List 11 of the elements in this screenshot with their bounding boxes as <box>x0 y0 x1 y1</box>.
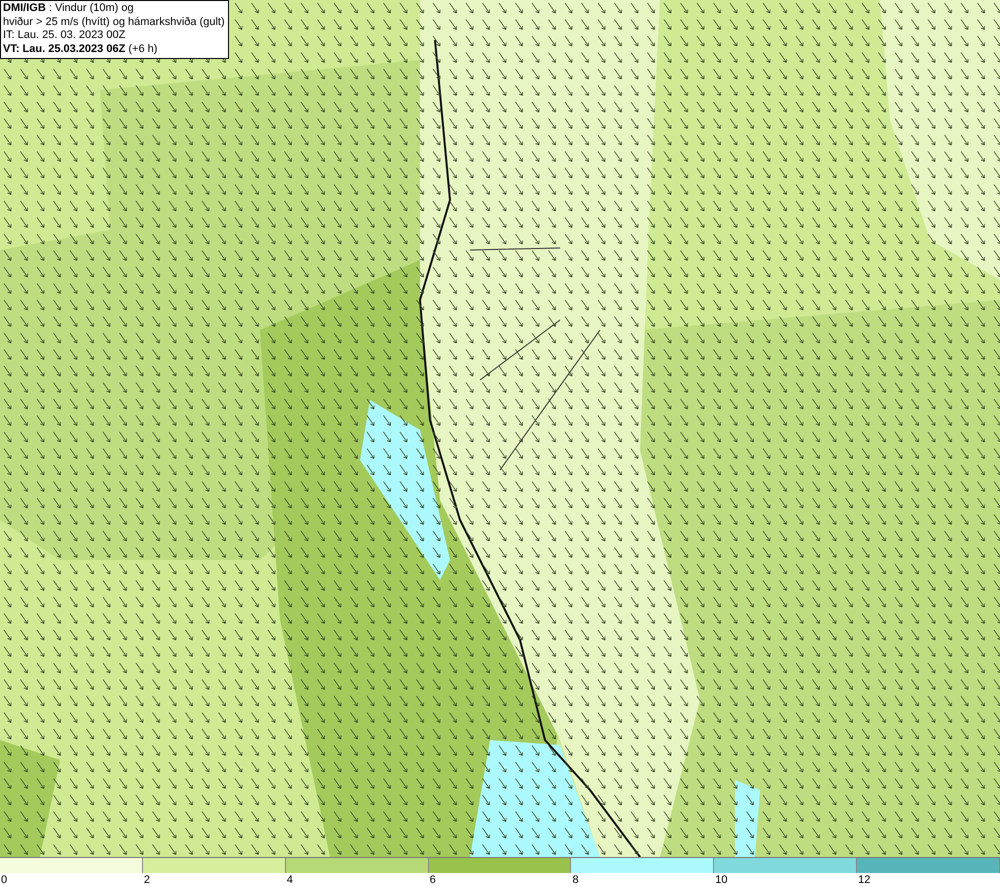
legend-label: 2 <box>142 873 150 887</box>
legend-label: 8 <box>571 873 579 887</box>
legend-label: 4 <box>286 873 293 887</box>
legend-label: 12 <box>857 873 870 887</box>
info-text: hviður > 25 m/s (hvítt) og hámarkshviða (gult) <box>3 16 225 29</box>
info-text: DMI/IGB : Vindur (10m) og <box>3 2 135 16</box>
legend-label: 6 <box>428 873 436 887</box>
legend-label: 0 <box>0 873 8 887</box>
legend-label: 10 <box>714 873 728 887</box>
info-text: IT: Lau. 25. 03. 2023 00Z <box>3 29 126 42</box>
info-text: VT: Lau. 25.03.2023 06Z (+6 h) <box>3 42 158 56</box>
